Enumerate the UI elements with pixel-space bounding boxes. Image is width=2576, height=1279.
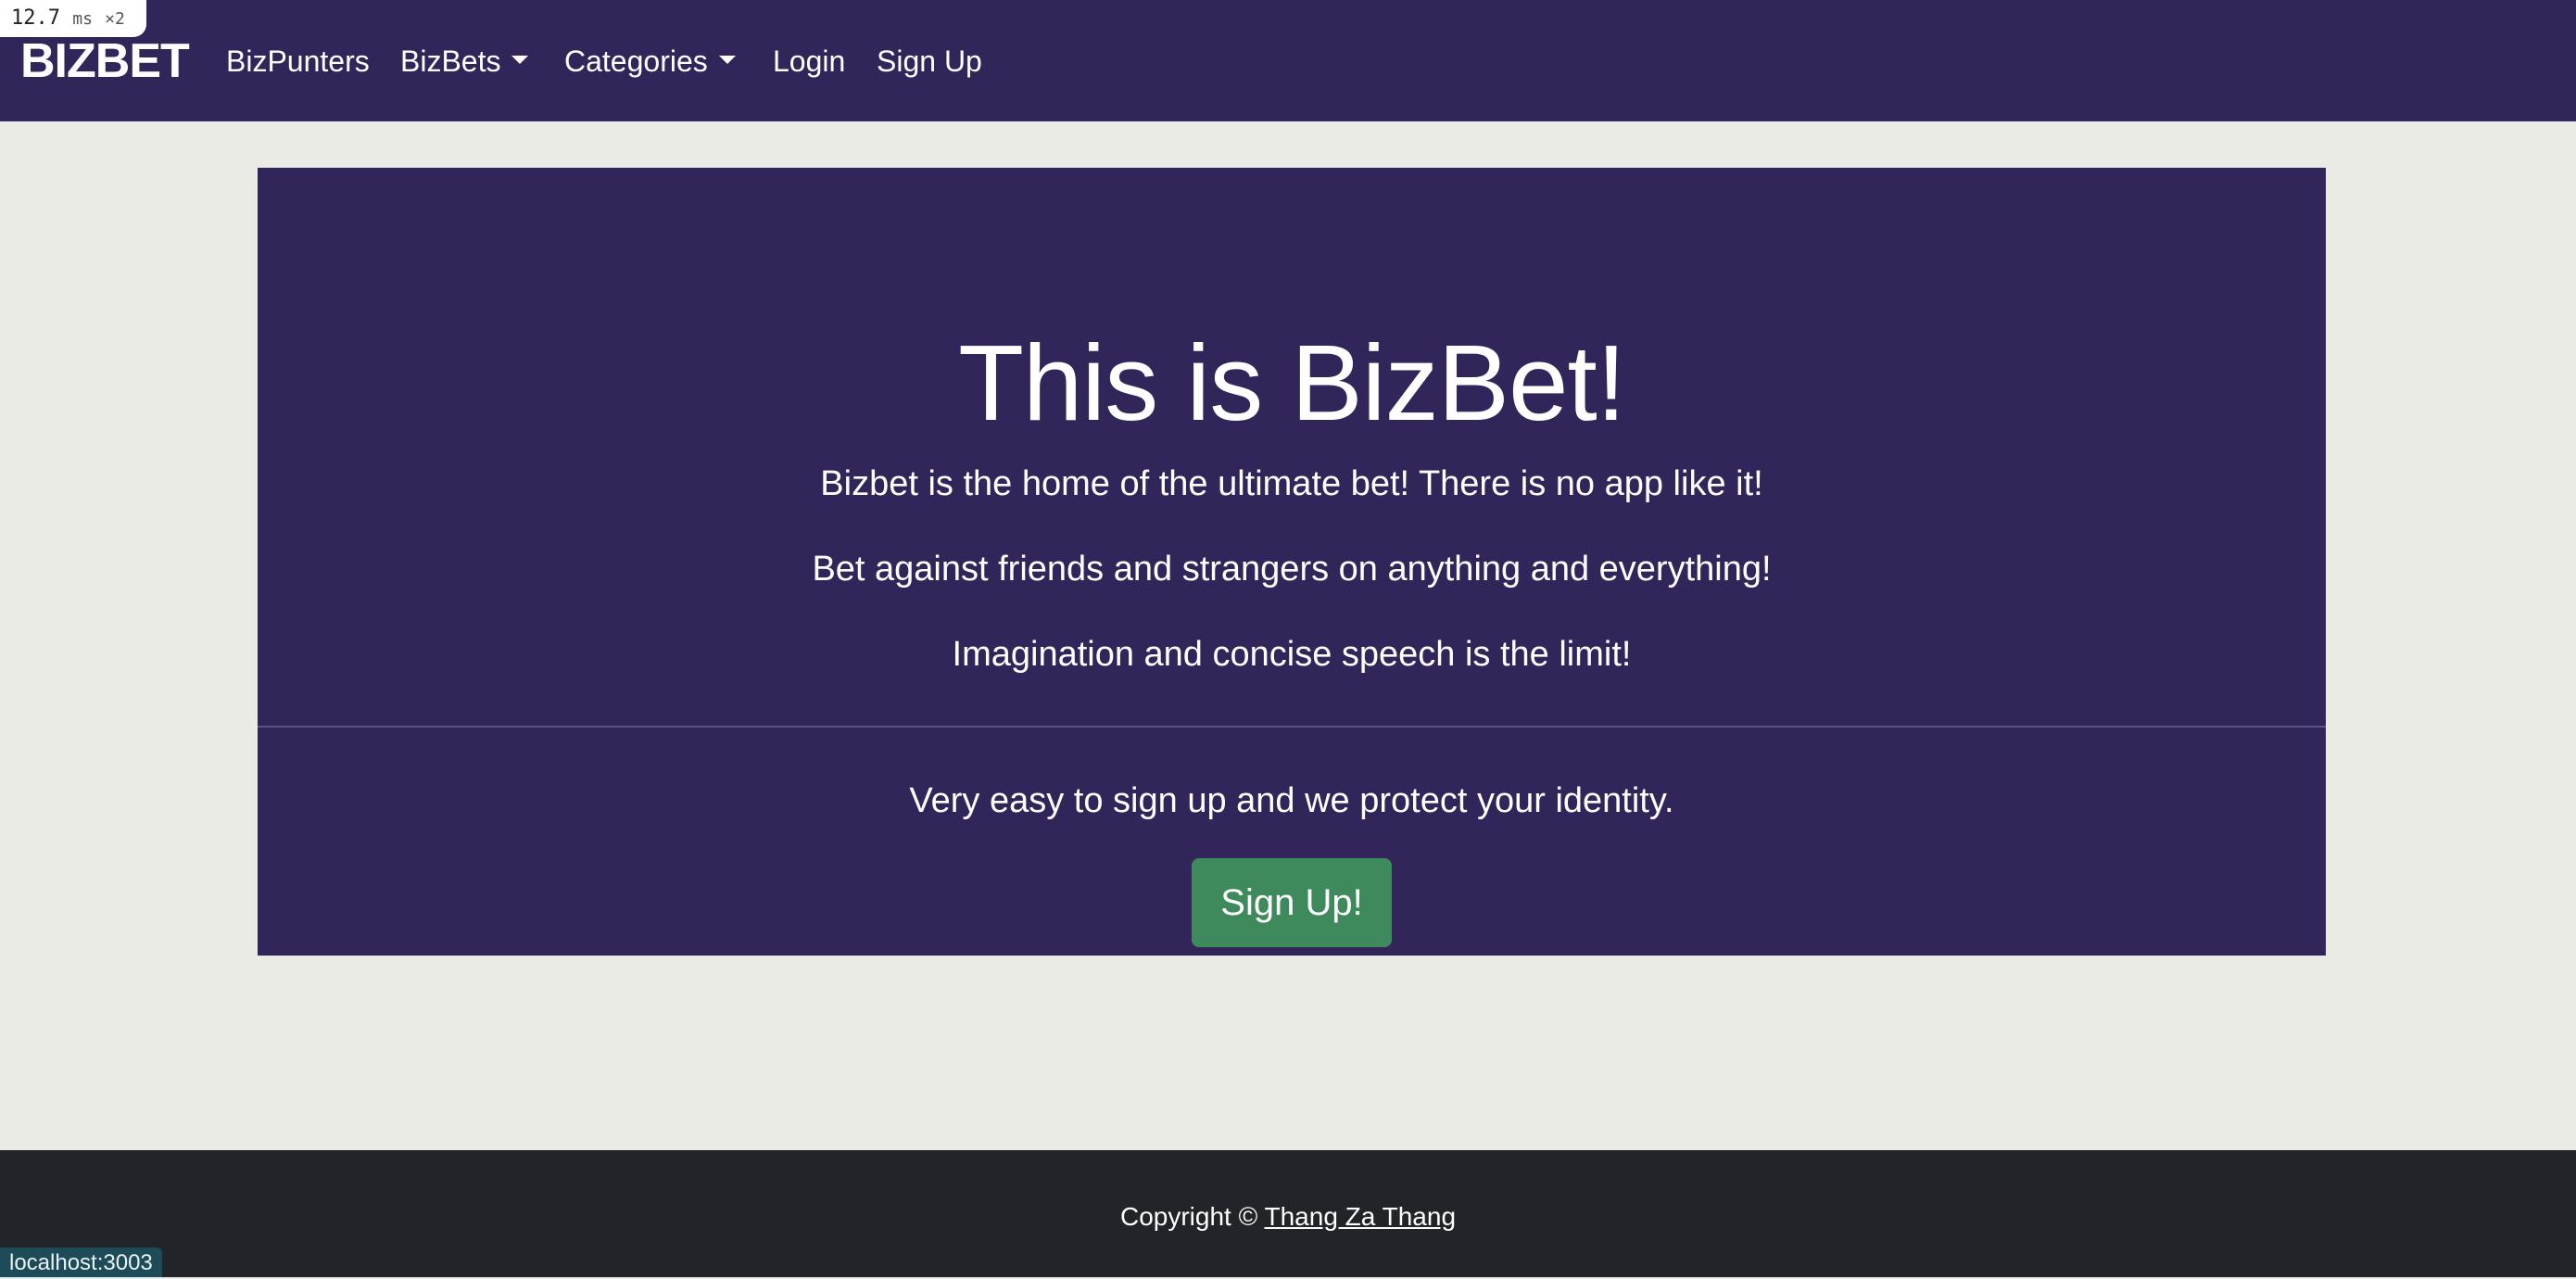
render-time-unit: ms — [72, 9, 93, 29]
render-time-value: 12.7 — [11, 6, 60, 30]
footer-copyright: Copyright © Thang Za Thang — [0, 1198, 2576, 1235]
nav-link-label: Sign Up — [877, 44, 982, 78]
author-link[interactable]: Thang Za Thang — [1265, 1202, 1457, 1231]
page-footer: Copyright © Thang Za Thang — [0, 1150, 2576, 1277]
nav-link-label: BizBets — [400, 44, 501, 78]
hero-text-line-2: Bet against friends and strangers on any… — [812, 550, 1772, 589]
brand-logo[interactable]: BIZBET — [20, 32, 190, 91]
nav-dropdown-categories[interactable]: Categories — [564, 39, 736, 83]
hero-text-line-3: Imagination and concise speech is the li… — [952, 635, 1632, 674]
nav-dropdown-bizbets[interactable]: BizBets — [400, 39, 529, 83]
hero-divider — [258, 726, 2326, 728]
render-time-multiplier: ×2 — [105, 9, 125, 29]
nav-link-signup[interactable]: Sign Up — [877, 39, 982, 83]
signup-prompt-text: Very easy to sign up and we protect your… — [909, 781, 1674, 820]
nav-link-label: BizPunters — [226, 44, 370, 78]
nav-link-label: Login — [773, 44, 846, 78]
status-bar-url: localhost:3003 — [0, 1247, 162, 1277]
nav-link-login[interactable]: Login — [773, 39, 845, 83]
hero-jumbotron: This is BizBet! Bizbet is the home of th… — [258, 168, 2326, 956]
nav-link-bizpunters[interactable]: BizPunters — [226, 39, 370, 83]
signup-cta-button[interactable]: Sign Up! — [1192, 858, 1392, 947]
nav-link-label: Categories — [564, 44, 708, 78]
copyright-prefix: Copyright © — [1119, 1202, 1258, 1231]
caret-down-icon — [511, 56, 529, 65]
caret-down-icon — [718, 56, 736, 65]
top-navbar: BIZBET BizPunters BizBets Categories Log… — [0, 0, 2576, 121]
render-time-overlay: 12.7 ms ×2 — [0, 0, 146, 37]
hero-text-line-1: Bizbet is the home of the ultimate bet! … — [820, 464, 1763, 503]
hero-title: This is BizBet! — [958, 323, 1626, 443]
